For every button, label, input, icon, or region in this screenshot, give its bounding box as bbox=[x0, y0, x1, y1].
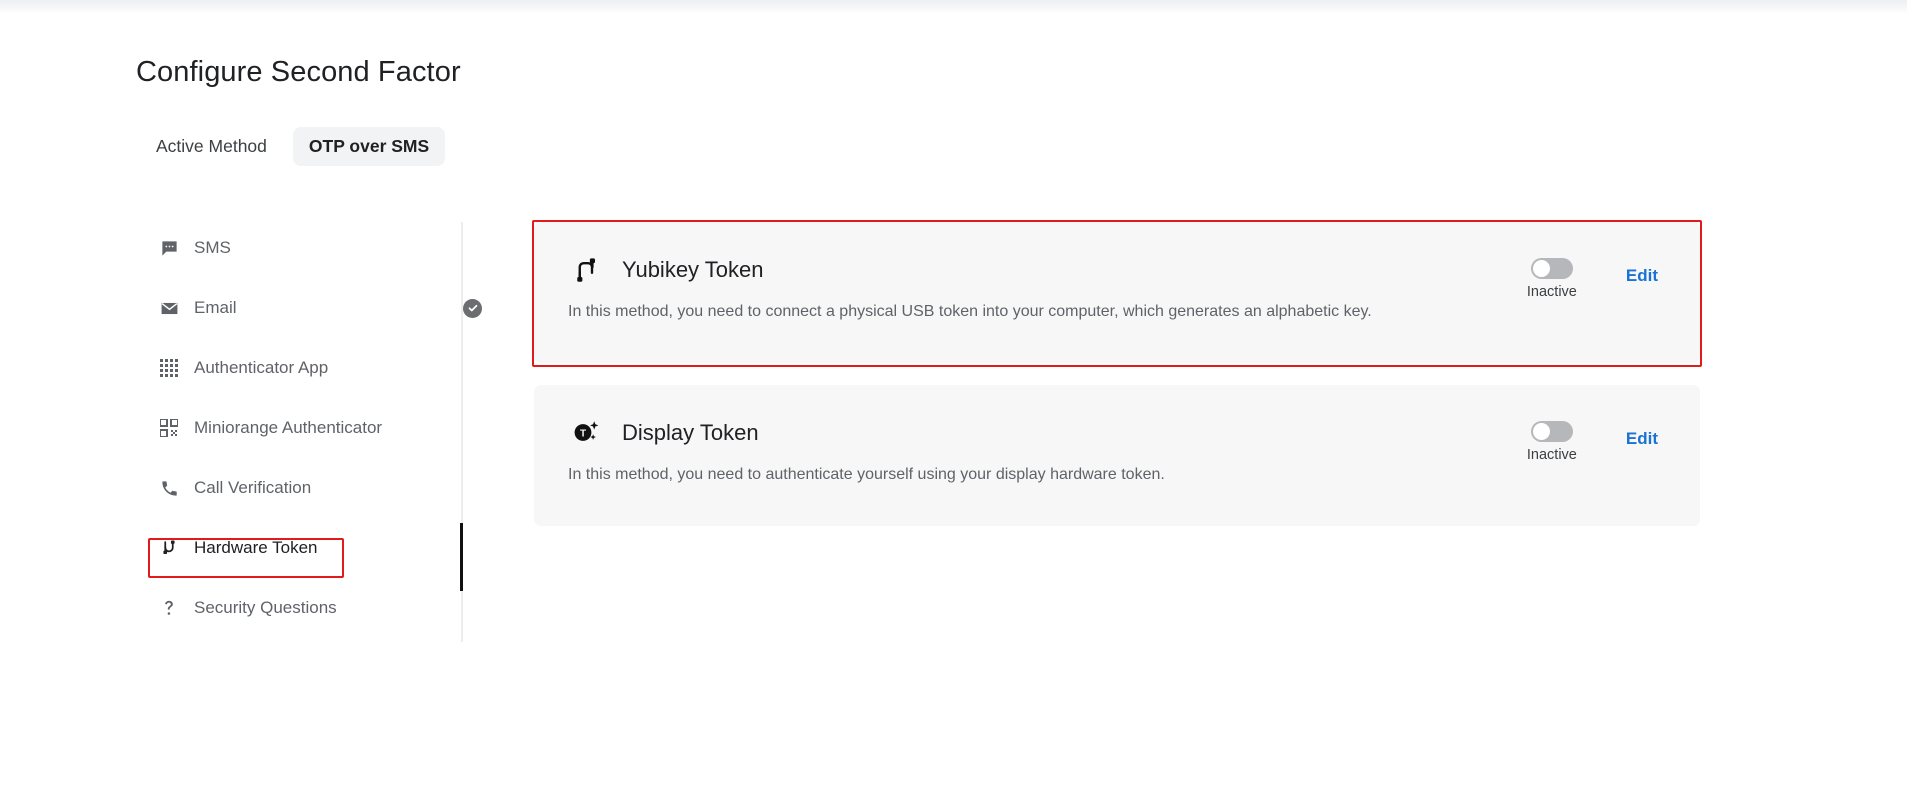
status-label: Inactive bbox=[1527, 447, 1577, 463]
sidebar-item-security-questions[interactable]: Security Questions bbox=[140, 588, 440, 628]
sidebar-item-call-verification[interactable]: Call Verification bbox=[140, 468, 440, 508]
sidebar-item-label: Authenticator App bbox=[194, 358, 328, 378]
method-card-display-token: T Display Token In this method, you need… bbox=[534, 385, 1700, 526]
question-mark-icon bbox=[158, 597, 180, 619]
sidebar-active-indicator bbox=[460, 523, 463, 591]
status-label: Inactive bbox=[1527, 284, 1577, 300]
card-description: In this method, you need to connect a ph… bbox=[568, 301, 1666, 323]
sidebar-item-hardware-token[interactable]: Hardware Token bbox=[140, 528, 440, 568]
status-toggle-group: Inactive bbox=[1524, 258, 1580, 300]
activation-toggle[interactable] bbox=[1531, 421, 1573, 442]
card-title: Display Token bbox=[622, 420, 759, 446]
toggle-knob bbox=[1533, 423, 1550, 440]
edit-button[interactable]: Edit bbox=[1626, 266, 1658, 286]
method-tabs: Active Method OTP over SMS bbox=[140, 127, 445, 166]
sidebar-item-label: Call Verification bbox=[194, 478, 311, 498]
card-header: Yubikey Token bbox=[568, 252, 1666, 288]
sidebar-item-sms[interactable]: SMS bbox=[140, 228, 440, 268]
card-description: In this method, you need to authenticate… bbox=[568, 464, 1666, 486]
card-actions: Inactive Edit bbox=[1524, 421, 1658, 463]
usb-token-icon bbox=[158, 537, 180, 559]
toggle-knob bbox=[1533, 260, 1550, 277]
card-actions: Inactive Edit bbox=[1524, 258, 1658, 300]
top-gradient-band bbox=[0, 0, 1907, 14]
page-title: Configure Second Factor bbox=[136, 56, 461, 89]
chat-bubble-icon bbox=[158, 237, 180, 259]
method-card-list: Yubikey Token In this method, you need t… bbox=[534, 222, 1700, 548]
card-title: Yubikey Token bbox=[622, 257, 763, 283]
sidebar-item-label: Email bbox=[194, 298, 237, 318]
qr-code-icon bbox=[158, 417, 180, 439]
dot-grid-icon bbox=[158, 357, 180, 379]
card-header: T Display Token bbox=[568, 415, 1666, 451]
sidebar-item-miniorange-authenticator[interactable]: Miniorange Authenticator bbox=[140, 408, 440, 448]
tab-otp-over-sms[interactable]: OTP over SMS bbox=[293, 127, 445, 166]
method-card-yubikey-token: Yubikey Token In this method, you need t… bbox=[534, 222, 1700, 363]
email-verified-check-icon bbox=[463, 299, 482, 318]
sidebar-item-authenticator-app[interactable]: Authenticator App bbox=[140, 348, 440, 388]
usb-cable-icon bbox=[568, 252, 604, 288]
tab-active-method[interactable]: Active Method bbox=[140, 127, 283, 166]
sidebar-item-label: Security Questions bbox=[194, 598, 337, 618]
svg-text:T: T bbox=[580, 428, 586, 439]
edit-button[interactable]: Edit bbox=[1626, 429, 1658, 449]
sidebar-item-email[interactable]: Email bbox=[140, 288, 440, 328]
configure-second-factor-page: Configure Second Factor Active Method OT… bbox=[0, 0, 1907, 802]
sidebar-item-label: SMS bbox=[194, 238, 231, 258]
display-token-sparkle-icon: T bbox=[568, 415, 604, 451]
method-sidebar: SMS Email bbox=[140, 228, 440, 648]
phone-icon bbox=[158, 477, 180, 499]
status-toggle-group: Inactive bbox=[1524, 421, 1580, 463]
envelope-icon bbox=[158, 297, 180, 319]
sidebar-item-label: Miniorange Authenticator bbox=[194, 418, 382, 438]
activation-toggle[interactable] bbox=[1531, 258, 1573, 279]
sidebar-item-label: Hardware Token bbox=[194, 538, 317, 558]
